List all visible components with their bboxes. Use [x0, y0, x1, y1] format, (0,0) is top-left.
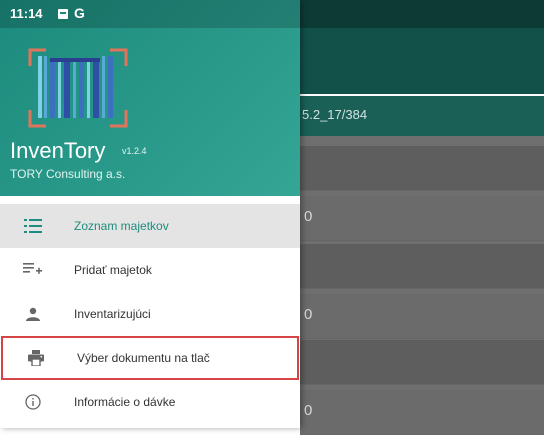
menu-item-label: Výber dokumentu na tlač: [77, 351, 210, 365]
menu-item-label: Informácie o dávke: [74, 395, 176, 409]
printer-icon: [25, 347, 47, 369]
company-name: TORY Consulting a.s.: [10, 167, 126, 181]
background-row-value: 0: [304, 402, 313, 419]
info-icon: [22, 391, 44, 413]
menu-item-vyber-dokumentu[interactable]: Výber dokumentu na tlač: [1, 336, 299, 380]
app-version: v1.2.4: [122, 146, 147, 156]
menu-item-pridat-majetok[interactable]: Pridať majetok: [0, 248, 300, 292]
navigation-drawer: 11:14 G InvenTory v1.2.4 TORY Consulting…: [0, 0, 300, 428]
background-row: 0: [300, 294, 544, 339]
drawer-menu: Zoznam majetkov Pridať majetok Inventari…: [0, 204, 300, 424]
background-row: [300, 340, 544, 385]
background-row-value: 0: [304, 208, 313, 225]
menu-item-inventarizujuci[interactable]: Inventarizujúci: [0, 292, 300, 336]
person-icon: [22, 303, 44, 325]
barcode-scanner-logo: [28, 48, 128, 128]
background-row: [300, 244, 544, 289]
menu-item-informacie-o-davke[interactable]: Informácie o dávke: [0, 380, 300, 424]
background-batch-text: 5.2_17/384: [302, 107, 368, 122]
menu-item-zoznam-majetkov[interactable]: Zoznam majetkov: [0, 204, 300, 248]
playlist-add-icon: [22, 259, 44, 281]
status-bar: 11:14 G: [0, 0, 300, 28]
background-row: [300, 146, 544, 191]
background-row: 0: [300, 196, 544, 241]
list-icon: [22, 215, 44, 237]
drawer-header: 11:14 G InvenTory v1.2.4 TORY Consulting…: [0, 0, 300, 196]
status-time: 11:14: [10, 6, 43, 21]
menu-item-label: Inventarizujúci: [74, 307, 151, 321]
carrier-g-icon: G: [74, 5, 85, 21]
notification-icon: [58, 9, 68, 19]
background-row-value: 0: [304, 306, 313, 323]
menu-item-label: Zoznam majetkov: [74, 219, 169, 233]
background-row: 0: [300, 390, 544, 435]
menu-item-label: Pridať majetok: [74, 263, 152, 277]
app-name: InvenTory: [10, 138, 106, 163]
